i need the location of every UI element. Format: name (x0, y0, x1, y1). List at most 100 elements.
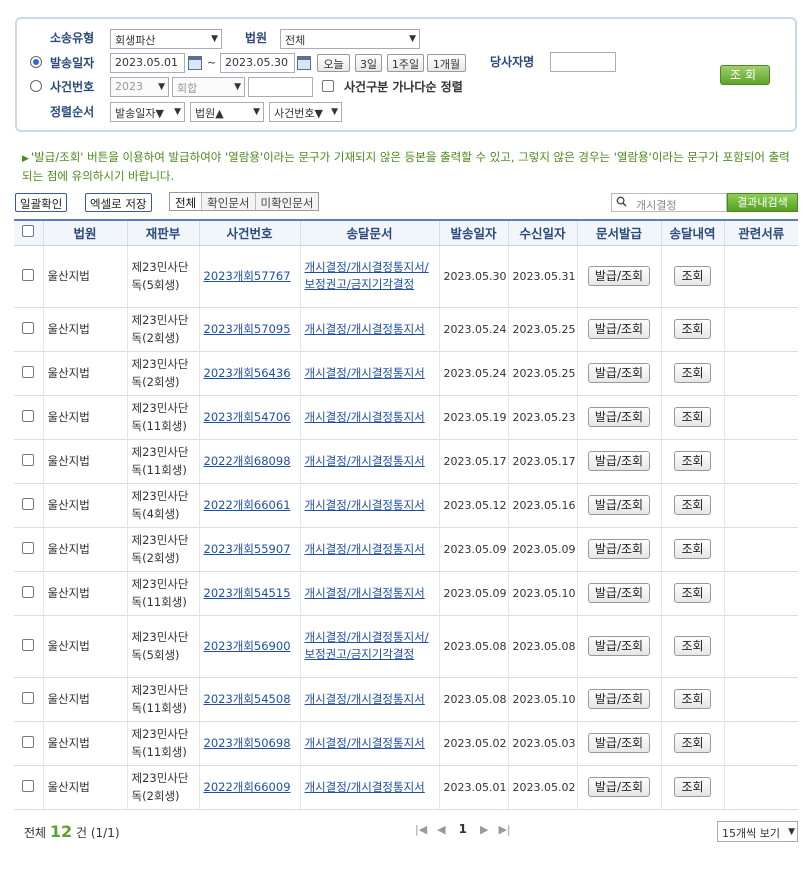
court-cell: 울산지법 (42, 677, 127, 722)
document-link[interactable]: 개시결정/개시결정통지서 (305, 736, 425, 750)
quick-1week-button[interactable]: 1주일 (387, 54, 424, 72)
quick-1month-button[interactable]: 1개월 (427, 54, 466, 72)
document-link[interactable]: 개시결정/개시결정통지서 (305, 454, 425, 468)
row-checkbox[interactable] (22, 735, 35, 748)
row-checkbox[interactable] (22, 541, 35, 554)
calendar-icon[interactable] (188, 56, 202, 70)
history-view-button[interactable]: 조회 (674, 636, 711, 656)
history-view-button[interactable]: 조회 (674, 451, 711, 471)
document-link[interactable]: 개시결정/개시결정통지서 (305, 410, 425, 424)
row-checkbox[interactable] (22, 497, 35, 510)
case-number-link[interactable]: 2022개회68098 (204, 454, 291, 468)
party-name-label: 당사자명 (490, 55, 535, 69)
select-all-checkbox[interactable] (22, 225, 35, 238)
quick-3days-button[interactable]: 3일 (355, 54, 382, 72)
row-checkbox[interactable] (22, 365, 35, 378)
bulk-confirm-button[interactable]: 일괄확인 (15, 193, 68, 212)
history-view-button[interactable]: 조회 (674, 495, 711, 515)
court-select[interactable]: 전체 ▼ (280, 29, 420, 49)
issue-view-button[interactable]: 발급/조회 (587, 689, 651, 709)
case-number-link[interactable]: 2023개회54508 (204, 692, 291, 706)
case-number-link[interactable]: 2023개회50698 (204, 736, 291, 750)
tab-confirmed[interactable]: 확인문서 (202, 193, 256, 210)
tab-unconfirmed[interactable]: 미확인문서 (255, 193, 319, 210)
history-view-button[interactable]: 조회 (674, 733, 711, 753)
date-to-input[interactable]: 2023.05.30 (220, 53, 295, 73)
litigation-type-select[interactable]: 회생파산 ▼ (110, 29, 222, 49)
case-number-link[interactable]: 2023개회54515 (204, 586, 291, 600)
case-number-link[interactable]: 2023개회54706 (204, 410, 291, 424)
case-number-input[interactable] (248, 77, 313, 97)
case-number-link[interactable]: 2023개회57095 (204, 322, 291, 336)
sort-by-case-type-checkbox[interactable] (322, 80, 334, 92)
per-page-select[interactable]: 15개씩 보기 ▼ (717, 821, 798, 842)
sort-tertiary-select[interactable]: 사건번호▼ ▼ (269, 102, 342, 122)
result-search-input[interactable]: 개시결정 (611, 193, 727, 212)
issue-view-button[interactable]: 발급/조회 (587, 733, 651, 753)
send-date-radio[interactable] (30, 56, 42, 68)
sort-secondary-select[interactable]: 법원▲ ▼ (190, 102, 264, 122)
document-link[interactable]: 개시결정/개시결정통지서 (305, 586, 425, 600)
calendar-icon[interactable] (297, 56, 311, 70)
history-view-button[interactable]: 조회 (674, 777, 711, 797)
save-excel-button[interactable]: 엑셀로 저장 (85, 193, 152, 212)
issue-view-button[interactable]: 발급/조회 (587, 583, 651, 603)
document-link[interactable]: 개시결정/개시결정통지서 (305, 542, 425, 556)
case-number-link[interactable]: 2023개회56436 (204, 366, 291, 380)
case-number-link[interactable]: 2023개회55907 (204, 542, 291, 556)
row-checkbox[interactable] (22, 585, 35, 598)
history-view-button[interactable]: 조회 (674, 689, 711, 709)
first-page-icon[interactable]: |◀ (415, 823, 427, 836)
history-view-button[interactable]: 조회 (674, 539, 711, 559)
date-from-input[interactable]: 2023.05.01 (110, 53, 185, 73)
quick-today-button[interactable]: 오늘 (317, 54, 350, 72)
issue-cell: 발급/조회 (576, 615, 661, 678)
history-view-button[interactable]: 조회 (674, 266, 711, 286)
row-checkbox[interactable] (22, 321, 35, 334)
issue-view-button[interactable]: 발급/조회 (587, 407, 651, 427)
document-link[interactable]: 개시결정/개시결정통지서 (305, 322, 425, 336)
last-page-icon[interactable]: ▶| (498, 823, 510, 836)
issue-view-button[interactable]: 발급/조회 (587, 266, 651, 286)
case-number-link[interactable]: 2022개회66061 (204, 498, 291, 512)
issue-view-button[interactable]: 발급/조회 (587, 319, 651, 339)
tab-all[interactable]: 전체 (170, 193, 203, 210)
search-button[interactable]: 조회 (720, 65, 770, 85)
sort-primary-select[interactable]: 발송일자▼ ▼ (110, 102, 185, 122)
case-number-radio[interactable] (30, 80, 42, 92)
case-year-select[interactable]: 2023 ▼ (110, 77, 169, 97)
history-view-button[interactable]: 조회 (674, 583, 711, 603)
next-page-icon[interactable]: ▶ (480, 823, 488, 836)
issue-view-button[interactable]: 발급/조회 (587, 363, 651, 383)
document-link[interactable]: 개시결정/개시결정통지서/보정권고/금지기각결정 (305, 260, 429, 291)
history-view-button[interactable]: 조회 (674, 363, 711, 383)
case-number-link[interactable]: 2023개회57767 (204, 269, 291, 283)
row-checkbox[interactable] (22, 268, 35, 281)
row-checkbox[interactable] (22, 453, 35, 466)
row-checkbox[interactable] (22, 691, 35, 704)
history-view-button[interactable]: 조회 (674, 407, 711, 427)
case-number-link[interactable]: 2022개회66009 (204, 780, 291, 794)
party-name-input[interactable] (550, 52, 616, 72)
document-link[interactable]: 개시결정/개시결정통지서 (305, 692, 425, 706)
row-checkbox[interactable] (22, 409, 35, 422)
issue-view-button[interactable]: 발급/조회 (587, 539, 651, 559)
history-view-button[interactable]: 조회 (674, 319, 711, 339)
result-search-button[interactable]: 결과내검색 (727, 193, 798, 212)
issue-view-button[interactable]: 발급/조회 (587, 495, 651, 515)
row-checkbox[interactable] (22, 779, 35, 792)
current-page[interactable]: 1 (459, 822, 467, 836)
chevron-down-icon: ▼ (211, 34, 218, 44)
document-link[interactable]: 개시결정/개시결정통지서 (305, 780, 425, 794)
prev-page-icon[interactable]: ◀ (437, 823, 445, 836)
case-type-select[interactable]: 회합 ▼ (172, 77, 245, 97)
issue-view-button[interactable]: 발급/조회 (587, 777, 651, 797)
document-link[interactable]: 개시결정/개시결정통지서 (305, 498, 425, 512)
issue-view-button[interactable]: 발급/조회 (587, 636, 651, 656)
document-link[interactable]: 개시결정/개시결정통지서 (305, 366, 425, 380)
document-link[interactable]: 개시결정/개시결정통지서/보정권고/금지기각결정 (305, 630, 429, 661)
issue-view-button[interactable]: 발급/조회 (587, 451, 651, 471)
row-checkbox[interactable] (22, 638, 35, 651)
history-cell: 조회 (660, 395, 724, 440)
case-number-link[interactable]: 2023개회56900 (204, 639, 291, 653)
